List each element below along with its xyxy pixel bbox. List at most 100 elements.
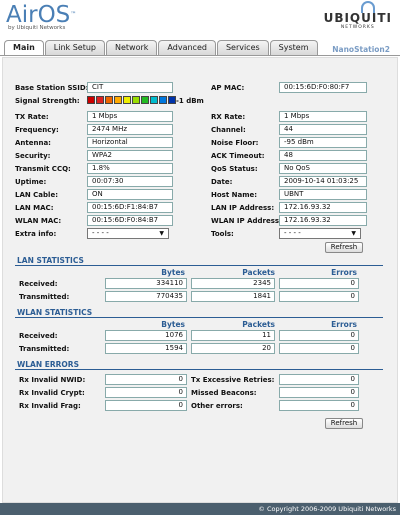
signal-segment [87,96,95,104]
channel-label: Channel: [211,126,246,134]
wlan-col-packets: Packets [242,320,275,329]
rx-invalid-crypt-value: 0 [105,387,187,398]
tab-network[interactable]: Network [106,40,158,55]
signal-segment [150,96,158,104]
tab-system[interactable]: System [269,40,318,55]
rx-invalid-nwid-label: Rx Invalid NWID: [19,376,86,384]
section-divider [15,317,383,318]
signal-segment [96,96,104,104]
wlan-transmitted-errors: 0 [279,343,359,354]
antenna-label: Antenna: [15,139,51,147]
qos-label: QoS Status: [211,165,258,173]
frequency-value: 2474 MHz [87,124,173,135]
airos-logo: AirOS™ by Ubiquiti Networks [6,2,77,31]
section-divider [15,265,383,266]
tools-select[interactable]: - - - - ▼ [279,228,361,239]
lan-received-bytes: 334110 [105,278,187,289]
header: AirOS™ by Ubiquiti Networks UBIQUITI NET… [0,0,400,56]
lan-transmitted-bytes: 770435 [105,291,187,302]
ack-timeout-value: 48 [279,150,367,161]
footer-copyright: © Copyright 2006-2009 Ubiquiti Networks [0,503,400,515]
lan-transmitted-errors: 0 [279,291,359,302]
ap-mac-value: 00:15:6D:F0:80:F7 [279,82,367,93]
wlan-col-bytes: Bytes [161,320,185,329]
lan-received-label: Received: [19,280,58,288]
lan-cable-value: ON [87,189,173,200]
extra-info-select[interactable]: - - - - ▼ [87,228,169,239]
wlan-received-packets: 11 [191,330,275,341]
signal-segment [105,96,113,104]
tx-rate-label: TX Rate: [15,113,49,121]
refresh-button[interactable]: Refresh [325,242,363,253]
wlan-ip-value: 172.16.93.32 [279,215,367,226]
lan-cable-label: LAN Cable: [15,191,58,199]
rx-invalid-nwid-value: 0 [105,374,187,385]
lan-mac-label: LAN MAC: [15,204,54,212]
signal-segment [123,96,131,104]
noise-floor-label: Noise Floor: [211,139,259,147]
other-errors-label: Other errors: [191,402,243,410]
ccq-label: Transmit CCQ: [15,165,71,173]
main-tabs: Main Link Setup Network Advanced Service… [4,40,319,56]
tab-link-setup[interactable]: Link Setup [44,40,106,55]
refresh-errors-button[interactable]: Refresh [325,418,363,429]
tab-advanced[interactable]: Advanced [158,40,216,55]
ssid-value: CIT [87,82,173,93]
status-panel: Base Station SSID: CIT AP MAC: 00:15:6D:… [2,57,398,503]
wlan-received-bytes: 1076 [105,330,187,341]
wlan-col-errors: Errors [331,320,357,329]
ssid-label: Base Station SSID: [15,84,89,92]
lan-mac-value: 00:15:6D:F1:84:B7 [87,202,173,213]
rx-invalid-crypt-label: Rx Invalid Crypt: [19,389,85,397]
section-divider [15,369,383,370]
security-label: Security: [15,152,51,160]
rx-invalid-frag-value: 0 [105,400,187,411]
uptime-label: Uptime: [15,178,47,186]
other-errors-value: 0 [279,400,359,411]
signal-segment [168,96,176,104]
signal-segment [141,96,149,104]
signal-segment [114,96,122,104]
lan-transmitted-packets: 1841 [191,291,275,302]
uptime-value: 00:07:30 [87,176,173,187]
device-name: NanoStation2 [332,45,390,54]
noise-floor-value: -95 dBm [279,137,367,148]
antenna-value: Horizontal [87,137,173,148]
signal-segment [159,96,167,104]
lan-col-errors: Errors [331,268,357,277]
lan-transmitted-label: Transmitted: [19,293,70,301]
tools-label: Tools: [211,230,234,238]
ap-mac-label: AP MAC: [211,84,245,92]
missed-beacons-label: Missed Beacons: [191,389,257,397]
date-label: Date: [211,178,233,186]
rx-invalid-frag-label: Rx Invalid Frag: [19,402,81,410]
lan-ip-value: 172.16.93.32 [279,202,367,213]
wlan-mac-value: 00:15:6D:F0:84:B7 [87,215,173,226]
tab-services[interactable]: Services [216,40,269,55]
ubiquiti-logo: UBIQUITI NETWORKS [323,11,392,30]
tab-main[interactable]: Main [4,40,44,56]
wlan-received-label: Received: [19,332,58,340]
wlan-stats-title: WLAN STATISTICS [17,308,93,317]
lan-received-packets: 2345 [191,278,275,289]
signal-value: -1 dBm [176,97,204,105]
wlan-received-errors: 0 [279,330,359,341]
ack-timeout-label: ACK Timeout: [211,152,265,160]
rx-rate-label: RX Rate: [211,113,246,121]
date-value: 2009-10-14 01:03:25 [279,176,367,187]
lan-col-bytes: Bytes [161,268,185,277]
rx-rate-value: 1 Mbps [279,111,367,122]
wlan-mac-label: WLAN MAC: [15,217,62,225]
tx-excessive-retries-label: Tx Excessive Retries: [191,376,275,384]
tab-divider [0,55,400,56]
security-value: WPA2 [87,150,173,161]
signal-strength-bar [87,96,177,104]
qos-value: No QoS [279,163,367,174]
ccq-value: 1.8% [87,163,173,174]
frequency-label: Frequency: [15,126,59,134]
signal-label: Signal Strength: [15,97,80,105]
missed-beacons-value: 0 [279,387,359,398]
lan-received-errors: 0 [279,278,359,289]
host-name-value: UBNT [279,189,367,200]
extra-info-label: Extra info: [15,230,57,238]
